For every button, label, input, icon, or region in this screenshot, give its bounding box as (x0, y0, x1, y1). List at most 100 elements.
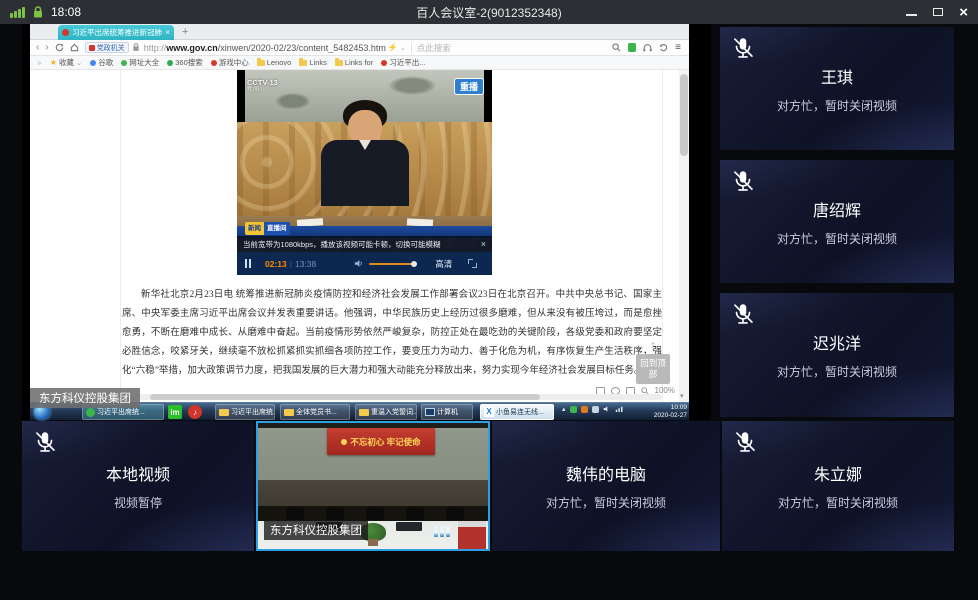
browser-tab: 习近平出席统筹推进新冠肺... × (58, 25, 174, 40)
participant-name: 迟兆洋 (813, 330, 861, 354)
participant-name: 唐绍辉 (813, 197, 861, 221)
tray-volume-icon (603, 405, 611, 413)
bookmark-item: 游戏中心 (211, 57, 249, 68)
bookmarks-bar: ▹ ★收藏⌄ 谷歌 网址大全 360搜索 游戏中心 Lenovo Links L… (30, 56, 689, 70)
taskbar-window-folder: 重温入党誓词... (355, 404, 417, 420)
refresh-icon (55, 43, 64, 52)
green-app-icon: im (168, 405, 182, 419)
menu-icon: ≡ (675, 43, 681, 53)
quality-label: 高清 (435, 258, 452, 270)
bookmark-folder: Links for (335, 58, 373, 67)
forward-icon: › (45, 43, 48, 53)
red-chair (458, 521, 486, 549)
bookmark-item: 360搜索 (167, 57, 203, 68)
folder-icon (257, 60, 265, 66)
maximize-button[interactable] (933, 8, 943, 16)
folder-icon (335, 60, 343, 66)
taskbar-window-xylink: X小鱼易连无线... (480, 404, 554, 420)
browser-tab-strip: 习近平出席统筹推进新冠肺... × + (30, 24, 689, 40)
url-text: http://www.gov.cn/xinwen/2020-02/23/cont… (144, 43, 386, 53)
star-icon: ★ (50, 58, 57, 67)
participant-status: 视频暂停 (114, 494, 162, 511)
chevron-down-icon: ⌄ (400, 44, 406, 52)
horizontal-scrollbar (120, 394, 662, 400)
stage-shared-screen[interactable]: 习近平出席统筹推进新冠肺... × + ‹ › 党政机关 http://www.… (22, 24, 711, 420)
taskbar-window-folder: 习近平出席统... (215, 404, 275, 420)
participant-name: 朱立娜 (814, 461, 862, 485)
participant-tile[interactable]: 朱立娜 对方忙，暂时关闭视频 (722, 421, 954, 551)
room-banner: 不忘初心 牢记使命 (327, 428, 435, 455)
new-tab-icon: + (182, 25, 188, 39)
participant-name: 本地视频 (106, 461, 170, 485)
cctv-logo: CCTV-13新闻 (247, 78, 278, 94)
up-arrow-icon: ↑ (636, 338, 670, 352)
search-placeholder: 点此搜索 (417, 42, 451, 54)
volume-icon (354, 259, 364, 268)
participant-status: 对方忙，暂时关闭视频 (777, 230, 897, 247)
mic-muted-icon (730, 301, 756, 327)
bookmark-item: 谷歌 (90, 57, 113, 68)
duration: 13:38 (295, 259, 316, 269)
participant-tile-room-video[interactable]: 不忘初心 牢记使命 东方科仪控股集团 (256, 421, 490, 551)
room-participant-label: 东方科仪控股集团 (264, 520, 368, 540)
search-icon (612, 43, 621, 52)
extension-icon (628, 43, 636, 52)
webpage-content: CCTV-13新闻 重播 新闻直播间 当前宽带为1080kbps，播放该视频可能… (30, 70, 689, 402)
fullscreen-icon (468, 259, 477, 268)
meeting-title: 百人会议室-2(9012352348) (0, 4, 978, 21)
pause-icon (245, 259, 251, 268)
tray-app-icon (592, 406, 599, 413)
taskbar-clock: 10:092020-02-27 (654, 404, 687, 420)
computer-icon (425, 408, 435, 416)
meeting-window: 18:08 百人会议室-2(9012352348) × 习近平出席统筹推进新冠肺… (0, 0, 978, 600)
mic-muted-icon (32, 429, 58, 455)
undo-icon (659, 43, 668, 52)
program-badge: 新闻直播间 (245, 222, 290, 235)
url-lock-icon (132, 43, 140, 52)
bookmark-item: ★收藏⌄ (50, 57, 82, 68)
video-frame: CCTV-13新闻 重播 新闻直播间 当前宽带为1080kbps，播放该视频可能… (237, 70, 492, 252)
participant-tile[interactable]: 王琪 对方忙，暂时关闭视频 (720, 27, 954, 150)
mic-muted-icon (732, 429, 758, 455)
mic-muted-icon (730, 35, 756, 61)
minimize-button[interactable] (906, 14, 917, 16)
stage-participant-label: 东方科仪控股集团 (30, 388, 140, 408)
participant-status: 对方忙，暂时关闭视频 (546, 494, 666, 511)
browser-icon (86, 408, 95, 417)
party-emblem-icon (341, 439, 347, 445)
shared-browser-window: 习近平出席统筹推进新冠肺... × + ‹ › 党政机关 http://www.… (30, 24, 689, 402)
participant-status: 对方忙，暂时关闭视频 (777, 363, 897, 380)
tab-close-icon: × (165, 29, 170, 37)
shared-desktop: 习近平出席统筹推进新冠肺... × + ‹ › 党政机关 http://www.… (30, 24, 689, 420)
participant-tile[interactable]: 唐绍辉 对方忙，暂时关闭视频 (720, 160, 954, 283)
participant-tile[interactable]: 迟兆洋 对方忙，暂时关闭视频 (720, 293, 954, 417)
taskbar-window-computer: 计算机 (421, 404, 473, 420)
back-icon: ‹ (36, 43, 39, 53)
participant-status: 对方忙，暂时关闭视频 (778, 494, 898, 511)
close-button[interactable]: × (959, 5, 968, 20)
mic-muted-icon (730, 168, 756, 194)
back-to-top-button: ↑ 回到顶部 (636, 338, 670, 384)
bookmark-item: 习近平出... (381, 57, 425, 68)
tray-shield-icon (570, 406, 577, 413)
video-player: CCTV-13新闻 重播 新闻直播间 当前宽带为1080kbps，播放该视频可能… (237, 70, 492, 275)
notice-close-icon: × (481, 239, 486, 249)
participant-tile-local[interactable]: 本地视频 视频暂停 (22, 421, 254, 551)
browser-address-bar: ‹ › 党政机关 http://www.gov.cn/xinwen/2020-0… (30, 40, 689, 56)
bookmark-folder: Lenovo (257, 58, 292, 67)
music-app-icon: ♪ (188, 405, 202, 419)
tray-network-icon (615, 405, 624, 413)
gov-site-badge: 党政机关 (85, 42, 129, 53)
bookmark-item: 网址大全 (121, 57, 159, 68)
bookmarks-expand-icon: ▹ (38, 58, 42, 67)
xylink-icon: X (484, 407, 494, 417)
folder-icon (299, 60, 307, 66)
home-icon (70, 43, 79, 52)
participant-tile[interactable]: 魏伟的电脑 对方忙，暂时关闭视频 (492, 421, 720, 551)
lightning-icon: ⚡ (388, 43, 398, 52)
folder-icon (219, 409, 229, 416)
folder-icon (359, 409, 369, 416)
tab-favicon (62, 29, 69, 36)
playback-time: 02:13 (265, 259, 287, 269)
system-tray: ▴ (562, 405, 624, 413)
